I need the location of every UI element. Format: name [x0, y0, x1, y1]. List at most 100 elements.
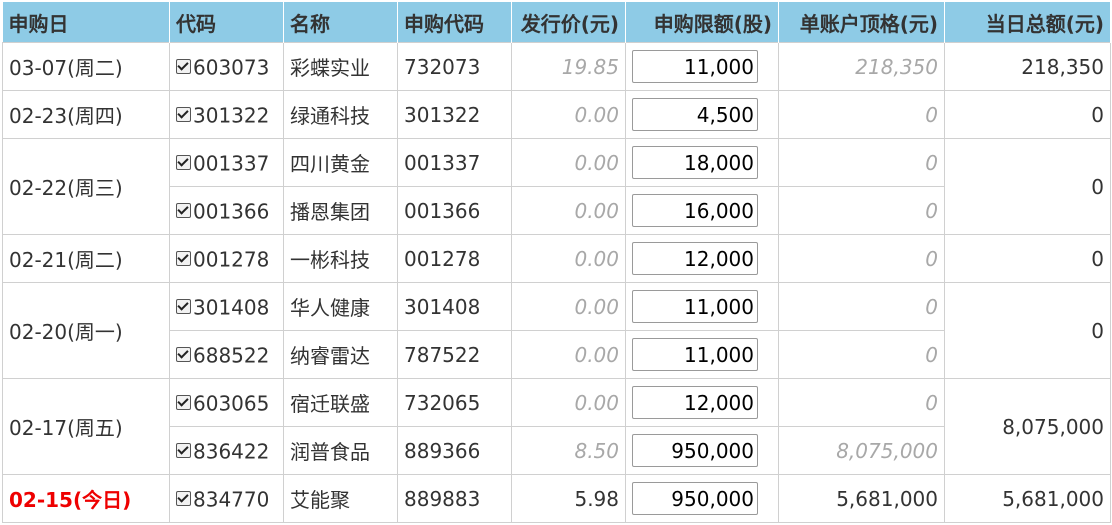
account-max-amount: 0 [778, 90, 945, 139]
stock-code-cell[interactable]: 301322 [169, 90, 284, 139]
limit-cell [625, 282, 779, 331]
checkbox-checked-icon[interactable] [176, 298, 191, 314]
table-row[interactable]: 02-21(周二)001278一彬科技0012780.0000 [2, 234, 1111, 283]
stock-code-cell[interactable]: 603073 [169, 42, 284, 91]
limit-cell [625, 330, 779, 379]
table-row[interactable]: 02-17(周五) 603065 宿迁联盛7320650.00 08,075,000 [2, 378, 1111, 475]
stock-code: 688522 [193, 343, 270, 368]
stock-code-cell[interactable]: 001337 [169, 138, 284, 187]
checkbox-checked-icon[interactable] [176, 250, 191, 266]
subscription-date: 02-20(周一) [2, 282, 170, 379]
checkbox-checked-icon[interactable] [176, 442, 191, 458]
account-max-amount: 218,350 [778, 42, 945, 91]
subscription-limit-input[interactable] [632, 290, 758, 323]
stock-code-cell[interactable]: 001278 [169, 234, 284, 283]
stock-code-cell[interactable]: 001366 [169, 186, 284, 235]
account-max-amount: 0 [778, 330, 945, 379]
limit-cell [625, 90, 779, 139]
checkbox-checked-icon[interactable] [176, 202, 191, 218]
table-row[interactable]: 02-22(周三)001337四川黄金0013370.0000 [2, 138, 1111, 235]
stock-code-cell[interactable]: 301408 [169, 282, 284, 331]
subscription-limit-input[interactable] [632, 242, 758, 275]
checkbox-checked-icon[interactable] [176, 346, 191, 362]
header-quota[interactable]: 单账户顶格(元) [778, 2, 945, 43]
stock-code-cell[interactable]: 688522 [169, 330, 284, 379]
account-max-amount: 0 [778, 234, 945, 283]
stock-name: 绿通科技 [283, 90, 398, 139]
subscription-date: 02-21(周二) [2, 234, 170, 283]
stock-code: 001278 [193, 247, 270, 272]
stock-code: 001366 [193, 199, 270, 224]
issue-price: 0.00 [511, 330, 626, 379]
issue-price: 8.50 [511, 426, 626, 475]
stock-name: 华人健康 [283, 282, 398, 331]
subscription-code: 889883 [397, 474, 512, 523]
stock-code: 001337 [193, 151, 270, 176]
table-body: 03-07(周二) 603073 彩蝶实业73207319.85 218,350218… [2, 42, 1111, 523]
stock-code-cell[interactable]: 836422 [169, 426, 284, 475]
subscription-limit-input[interactable] [632, 482, 758, 515]
stock-name: 纳睿雷达 [283, 330, 398, 379]
checkbox-checked-icon[interactable] [176, 490, 191, 506]
subscription-date: 02-23(周四) [2, 90, 170, 139]
issue-price: 5.98 [511, 474, 626, 523]
subscription-limit-input[interactable] [632, 50, 758, 83]
table-row[interactable]: 02-15(今日) 834770 艾能聚8898835.98 5,681,0005,6… [2, 474, 1111, 523]
header-price[interactable]: 发行价(元) [511, 2, 626, 43]
table-row[interactable]: 688522 纳睿雷达7875220.00 0 [3, 330, 1111, 379]
limit-cell [625, 234, 779, 283]
daily-total: 8,075,000 [944, 378, 1111, 475]
header-sub-code[interactable]: 申购代码 [397, 2, 512, 43]
header-code[interactable]: 代码 [169, 2, 284, 43]
subscription-limit-input[interactable] [632, 434, 758, 467]
subscription-limit-input[interactable] [632, 98, 758, 131]
daily-total: 5,681,000 [944, 474, 1111, 523]
checkbox-checked-icon[interactable] [176, 106, 191, 122]
header-date[interactable]: 申购日 [2, 2, 170, 43]
header-name[interactable]: 名称 [283, 2, 398, 43]
daily-total: 0 [944, 282, 1111, 379]
account-max-amount: 0 [778, 282, 945, 331]
subscription-code: 732065 [397, 378, 512, 427]
issue-price: 0.00 [511, 186, 626, 235]
subscription-limit-input[interactable] [632, 386, 758, 419]
stock-name: 艾能聚 [283, 474, 398, 523]
header-limit[interactable]: 申购限额(股) [625, 2, 779, 43]
stock-code: 301408 [193, 295, 270, 320]
table-row[interactable]: 02-20(周一)301408华人健康3014080.0000 [2, 282, 1111, 379]
stock-code-cell[interactable]: 834770 [169, 474, 284, 523]
subscription-code: 889366 [397, 426, 512, 475]
checkbox-checked-icon[interactable] [176, 154, 191, 170]
header-total[interactable]: 当日总额(元) [944, 2, 1111, 43]
stock-name: 润普食品 [283, 426, 398, 475]
stock-name: 彩蝶实业 [283, 42, 398, 91]
issue-price: 0.00 [511, 282, 626, 331]
stock-name: 一彬科技 [283, 234, 398, 283]
subscription-date: 02-22(周三) [2, 138, 170, 235]
subscription-date: 02-15(今日) [2, 474, 170, 523]
table-row[interactable]: 001366播恩集团0013660.000 [3, 186, 1111, 235]
subscription-code: 001337 [397, 138, 512, 187]
stock-code: 603065 [193, 391, 270, 416]
issue-price: 19.85 [511, 42, 626, 91]
table-row[interactable]: 836422 润普食品8893668.50 8,075,000 [3, 426, 1111, 475]
limit-cell [625, 474, 779, 523]
issue-price: 0.00 [511, 234, 626, 283]
subscription-limit-input[interactable] [632, 338, 758, 371]
stock-code: 603073 [193, 55, 270, 80]
subscription-limit-input[interactable] [632, 146, 758, 179]
ipo-subscription-table: 申购日 代码 名称 申购代码 发行价(元) 申购限额(股) 单账户顶格(元) 当… [2, 2, 1111, 523]
limit-cell [625, 426, 779, 475]
limit-cell [625, 378, 779, 427]
subscription-date: 02-17(周五) [2, 378, 170, 475]
table-row[interactable]: 03-07(周二) 603073 彩蝶实业73207319.85 218,350218… [2, 42, 1111, 91]
checkbox-checked-icon[interactable] [176, 58, 191, 74]
stock-code-cell[interactable]: 603065 [169, 378, 284, 427]
account-max-amount: 8,075,000 [778, 426, 945, 475]
account-max-amount: 0 [778, 378, 945, 427]
checkbox-checked-icon[interactable] [176, 394, 191, 410]
table-row[interactable]: 02-23(周四)301322绿通科技3013220.0000 [2, 90, 1111, 139]
subscription-limit-input[interactable] [632, 194, 758, 227]
account-max-amount: 0 [778, 186, 945, 235]
subscription-date: 03-07(周二) [2, 42, 170, 91]
